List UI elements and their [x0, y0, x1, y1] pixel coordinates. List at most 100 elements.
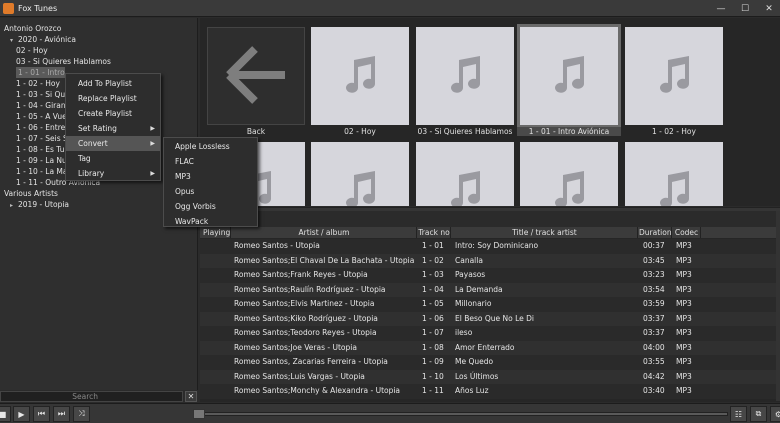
column-header[interactable]: Codec: [673, 227, 701, 238]
album-tile[interactable]: [520, 142, 618, 206]
tree-item-label: 2019 - Utopia: [18, 200, 70, 209]
submenu-item[interactable]: Apple Lossless: [164, 139, 257, 154]
tree-item[interactable]: 1 - 05 - A Vue: [0, 111, 67, 122]
album-tile[interactable]: [416, 27, 514, 125]
menu-item[interactable]: Add To Playlist: [66, 76, 160, 91]
tree-item[interactable]: 1 - 09 - La Nu: [0, 155, 67, 166]
table-row[interactable]: Romeo Santos;Joe Veras - Utopia 1 - 08 Amo…: [200, 340, 780, 355]
table-row[interactable]: Romeo Santos;Raulín Rodríguez - Utopia 1 …: [200, 282, 780, 297]
submenu-item-label: MP3: [175, 172, 191, 181]
clear-search-button[interactable]: ✕: [185, 391, 197, 402]
collapse-arrow-icon[interactable]: ▸: [10, 200, 18, 211]
menu-item[interactable]: Replace Playlist: [66, 91, 160, 106]
previous-button[interactable]: ⏮: [33, 406, 50, 422]
tree-item[interactable]: 1 - 02 - Hoy: [0, 78, 60, 89]
table-row[interactable]: Romeo Santos;El Chaval De La Bachata - U…: [200, 253, 780, 268]
menu-item[interactable]: Create Playlist: [66, 106, 160, 121]
equalizer-button[interactable]: ☷: [730, 406, 747, 422]
close-button[interactable]: ✕: [758, 0, 780, 17]
tree-item-label: 1 - 01 - Intro: [18, 68, 65, 77]
tree-item[interactable]: 1 - 06 - Entre: [0, 122, 65, 133]
table-scrollbar[interactable]: [776, 211, 780, 401]
menu-item[interactable]: Convert ▶: [66, 136, 160, 151]
album-tile[interactable]: [416, 142, 514, 206]
table-row[interactable]: Romeo Santos;Frank Reyes - Utopia 1 - 03 P…: [200, 268, 780, 283]
seek-handle[interactable]: [193, 409, 205, 419]
mini-player-button[interactable]: ⧉: [750, 406, 767, 422]
submenu-item[interactable]: Opus: [164, 184, 257, 199]
tree-item-label: 1 - 06 - Entre: [16, 123, 66, 132]
shuffle-button[interactable]: ⤨: [73, 406, 90, 422]
search-input[interactable]: Search: [0, 391, 183, 402]
tree-item[interactable]: ▾ 2020 - Aviónica: [0, 34, 76, 45]
play-button[interactable]: ▶: [13, 406, 30, 422]
next-button[interactable]: ⏭: [53, 406, 70, 422]
stop-button[interactable]: ■: [0, 406, 11, 422]
menu-item[interactable]: Tag: [66, 151, 160, 166]
table-row[interactable]: Romeo Santos;Teodoro Reyes - Utopia 1 - 0…: [200, 326, 780, 341]
column-header[interactable]: Track no: [418, 227, 451, 238]
duration-cell: 04:00: [643, 342, 665, 352]
tree-item[interactable]: 1 - 10 - La Ma: [0, 166, 68, 177]
mini-player-icon: ⧉: [755, 409, 762, 418]
codec-cell: MP3: [676, 299, 692, 308]
codec-cell: MP3: [676, 270, 692, 279]
tree-item[interactable]: Antonio Orozco: [0, 23, 61, 34]
table-row[interactable]: Romeo Santos;Monchy & Alexandra - Utopia…: [200, 384, 780, 399]
tree-item[interactable]: Various Artists: [0, 188, 58, 199]
artwork-grid[interactable]: Back 02 - Hoy 03 - Si Quieres Hablamos 1 - …: [200, 18, 780, 206]
tree-item-label: 2020 - Aviónica: [18, 35, 76, 44]
table-row[interactable]: Romeo Santos;Luis Vargas - Utopia 1 - 10 L…: [200, 369, 780, 384]
submenu-item[interactable]: MP3: [164, 169, 257, 184]
submenu-arrow-icon: ▶: [150, 125, 155, 132]
tree-item[interactable]: 02 - Hoy: [0, 45, 48, 56]
music-note-icon: [546, 52, 592, 100]
column-header[interactable]: Artist / album: [232, 227, 417, 238]
panel-splitter[interactable]: [200, 207, 780, 211]
submenu-arrow-icon: ▶: [150, 140, 155, 147]
album-tile[interactable]: [517, 24, 621, 128]
table-row[interactable]: Romeo Santos - Utopia 1 - 01 Intro: Soy Do…: [200, 239, 780, 254]
music-note-icon: [442, 167, 488, 206]
music-note-icon: [546, 167, 592, 206]
title-cell: Canalla: [455, 255, 483, 265]
back-tile[interactable]: [207, 27, 305, 125]
seek-bar[interactable]: [193, 412, 728, 416]
column-header[interactable]: Duration: [639, 227, 672, 238]
album-tile[interactable]: [625, 27, 723, 125]
track-no-cell: 1 - 08: [422, 342, 444, 352]
play-icon: ▶: [18, 409, 25, 419]
submenu-item[interactable]: FLAC: [164, 154, 257, 169]
tree-item[interactable]: 03 - Si Quieres Hablamos: [0, 56, 111, 67]
playlist-table[interactable]: Playing Artist / album Track no Title / tra…: [200, 227, 780, 402]
duration-cell: 03:37: [643, 313, 665, 323]
track-no-cell: 1 - 10: [422, 371, 444, 381]
submenu-item-label: WavPack: [175, 217, 209, 226]
column-header[interactable]: Title / track artist: [452, 227, 638, 238]
track-no-cell: 1 - 11: [422, 386, 444, 395]
table-row[interactable]: Romeo Santos, Zacarias Ferreira - Utopia…: [200, 355, 780, 370]
artist-album-cell: Romeo Santos, Zacarias Ferreira - Utopia: [234, 357, 388, 366]
submenu-item[interactable]: WavPack: [164, 214, 257, 229]
tree-item[interactable]: 1 - 03 - Si Qu: [0, 89, 65, 100]
settings-button[interactable]: ⚙: [770, 406, 780, 422]
minimize-button[interactable]: —: [710, 0, 732, 17]
table-row[interactable]: Romeo Santos;Kiko Rodríguez - Utopia 1 - …: [200, 311, 780, 326]
tree-item[interactable]: ▸ 2019 - Utopia: [0, 199, 69, 210]
tree-item[interactable]: 1 - 01 - Intro: [16, 67, 65, 78]
maximize-button[interactable]: ☐: [734, 0, 756, 17]
album-tile[interactable]: [311, 142, 409, 206]
menu-item[interactable]: Library ▶: [66, 166, 160, 181]
table-row[interactable]: Romeo Santos;Elvis Martinez - Utopia 1 - …: [200, 297, 780, 312]
tree-item[interactable]: 1 - 04 - Giran: [0, 100, 66, 111]
title-cell: Me Quedo: [455, 357, 494, 366]
tree-item[interactable]: 1 - 07 - Seis S: [0, 133, 68, 144]
submenu-item[interactable]: Ogg Vorbis: [164, 199, 257, 214]
equalizer-icon: ☷: [734, 409, 743, 419]
album-tile[interactable]: [625, 142, 723, 206]
album-tile[interactable]: [311, 27, 409, 125]
title-cell: ileso: [455, 328, 473, 337]
tree-item[interactable]: 1 - 08 - Es Tu: [0, 144, 65, 155]
menu-item[interactable]: Set Rating ▶: [66, 121, 160, 136]
track-no-cell: 1 - 04: [422, 284, 444, 294]
